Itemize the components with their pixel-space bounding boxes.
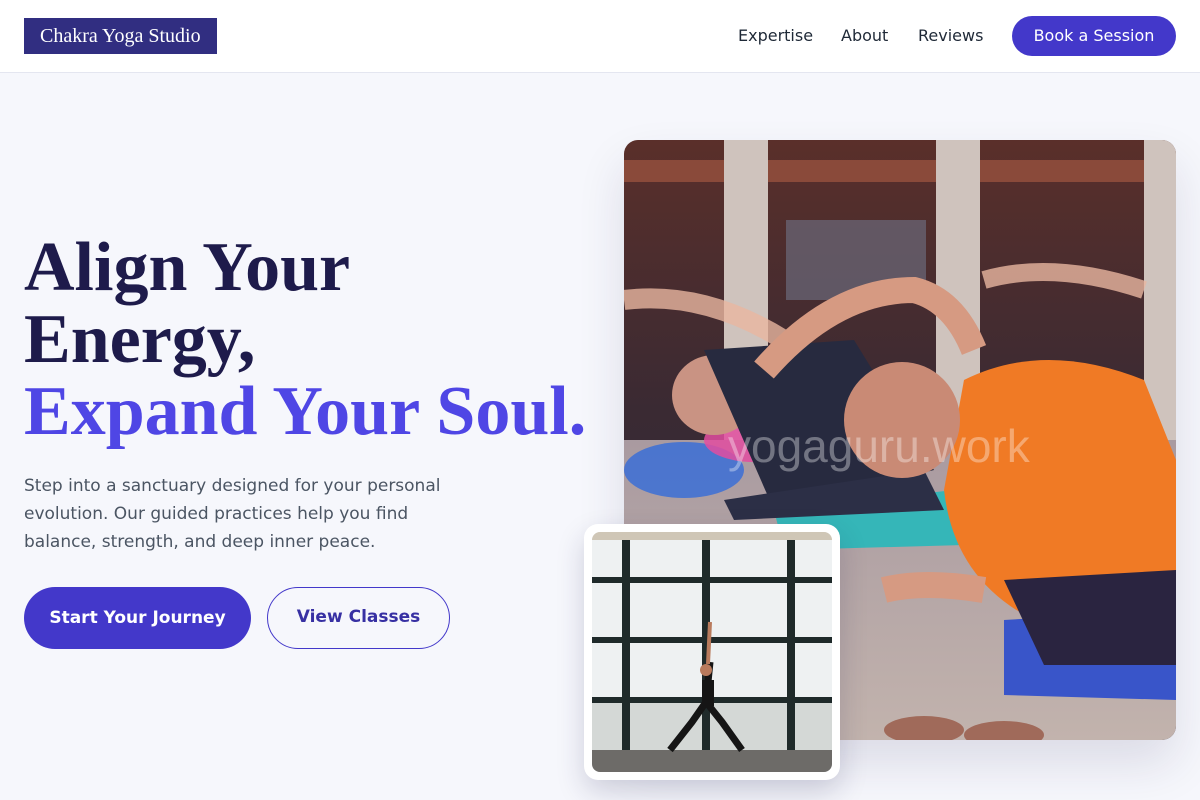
image-watermark: yogaguru.work <box>728 420 1030 472</box>
headline-line-1: Align Your <box>24 229 351 306</box>
nav-link-about[interactable]: About <box>841 26 888 46</box>
site-header: Chakra Yoga Studio Expertise About Revie… <box>0 0 1200 73</box>
start-journey-button[interactable]: Start Your Journey <box>24 587 251 649</box>
headline-line-2: Energy, <box>24 301 256 378</box>
brand-logo[interactable]: Chakra Yoga Studio <box>24 18 217 54</box>
yoga-pose-illustration <box>592 532 832 772</box>
book-session-button[interactable]: Book a Session <box>1012 16 1176 56</box>
headline-accent: Expand Your Soul. <box>24 373 587 450</box>
nav-link-expertise[interactable]: Expertise <box>738 26 813 46</box>
hero-lead-text: Step into a sanctuary designed for your … <box>24 476 441 552</box>
hero-headline: Align Your Energy, Expand Your Soul. <box>24 232 604 448</box>
nav-link-reviews[interactable]: Reviews <box>918 26 983 46</box>
view-classes-button[interactable]: View Classes <box>267 587 450 649</box>
yoga-pose-photo-card <box>584 524 840 780</box>
